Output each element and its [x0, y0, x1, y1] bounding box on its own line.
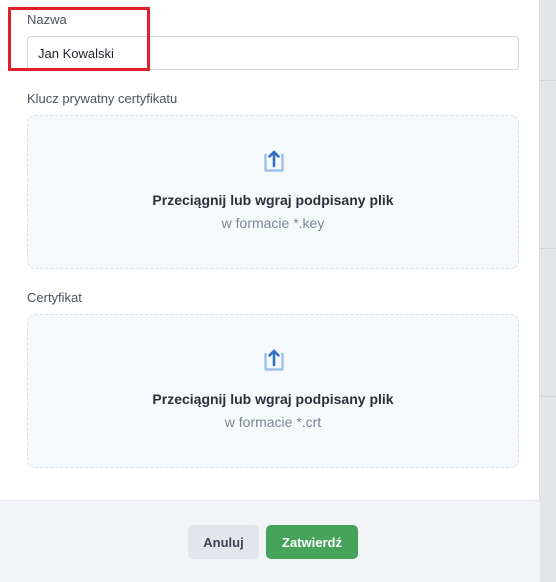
modal-footer: Anuluj Zatwierdź — [0, 500, 540, 582]
upload-icon — [264, 150, 284, 172]
name-label: Nazwa — [27, 12, 67, 27]
key-label: Klucz prywatny certyfikatu — [27, 91, 178, 106]
name-input[interactable] — [27, 36, 519, 70]
dropzone-title: Przeciągnij lub wgraj podpisany plik — [152, 192, 394, 208]
cancel-button[interactable]: Anuluj — [188, 525, 259, 559]
dropzone-format: w formacie *.crt — [224, 414, 322, 430]
backdrop-divider — [540, 396, 556, 397]
backdrop-divider — [540, 80, 556, 81]
page-backdrop — [540, 0, 556, 582]
dropzone-title: Przeciągnij lub wgraj podpisany plik — [152, 391, 394, 407]
key-dropzone[interactable]: Przeciągnij lub wgraj podpisany plik w f… — [27, 115, 519, 269]
cert-dropzone[interactable]: Przeciągnij lub wgraj podpisany plik w f… — [27, 314, 519, 468]
dropzone-format: w formacie *.key — [221, 215, 325, 231]
backdrop-divider — [540, 248, 556, 249]
upload-icon — [264, 349, 284, 371]
certificate-modal: Nazwa Klucz prywatny certyfikatu Przecią… — [0, 0, 540, 582]
cert-label: Certyfikat — [27, 290, 82, 305]
confirm-button[interactable]: Zatwierdź — [266, 525, 358, 559]
